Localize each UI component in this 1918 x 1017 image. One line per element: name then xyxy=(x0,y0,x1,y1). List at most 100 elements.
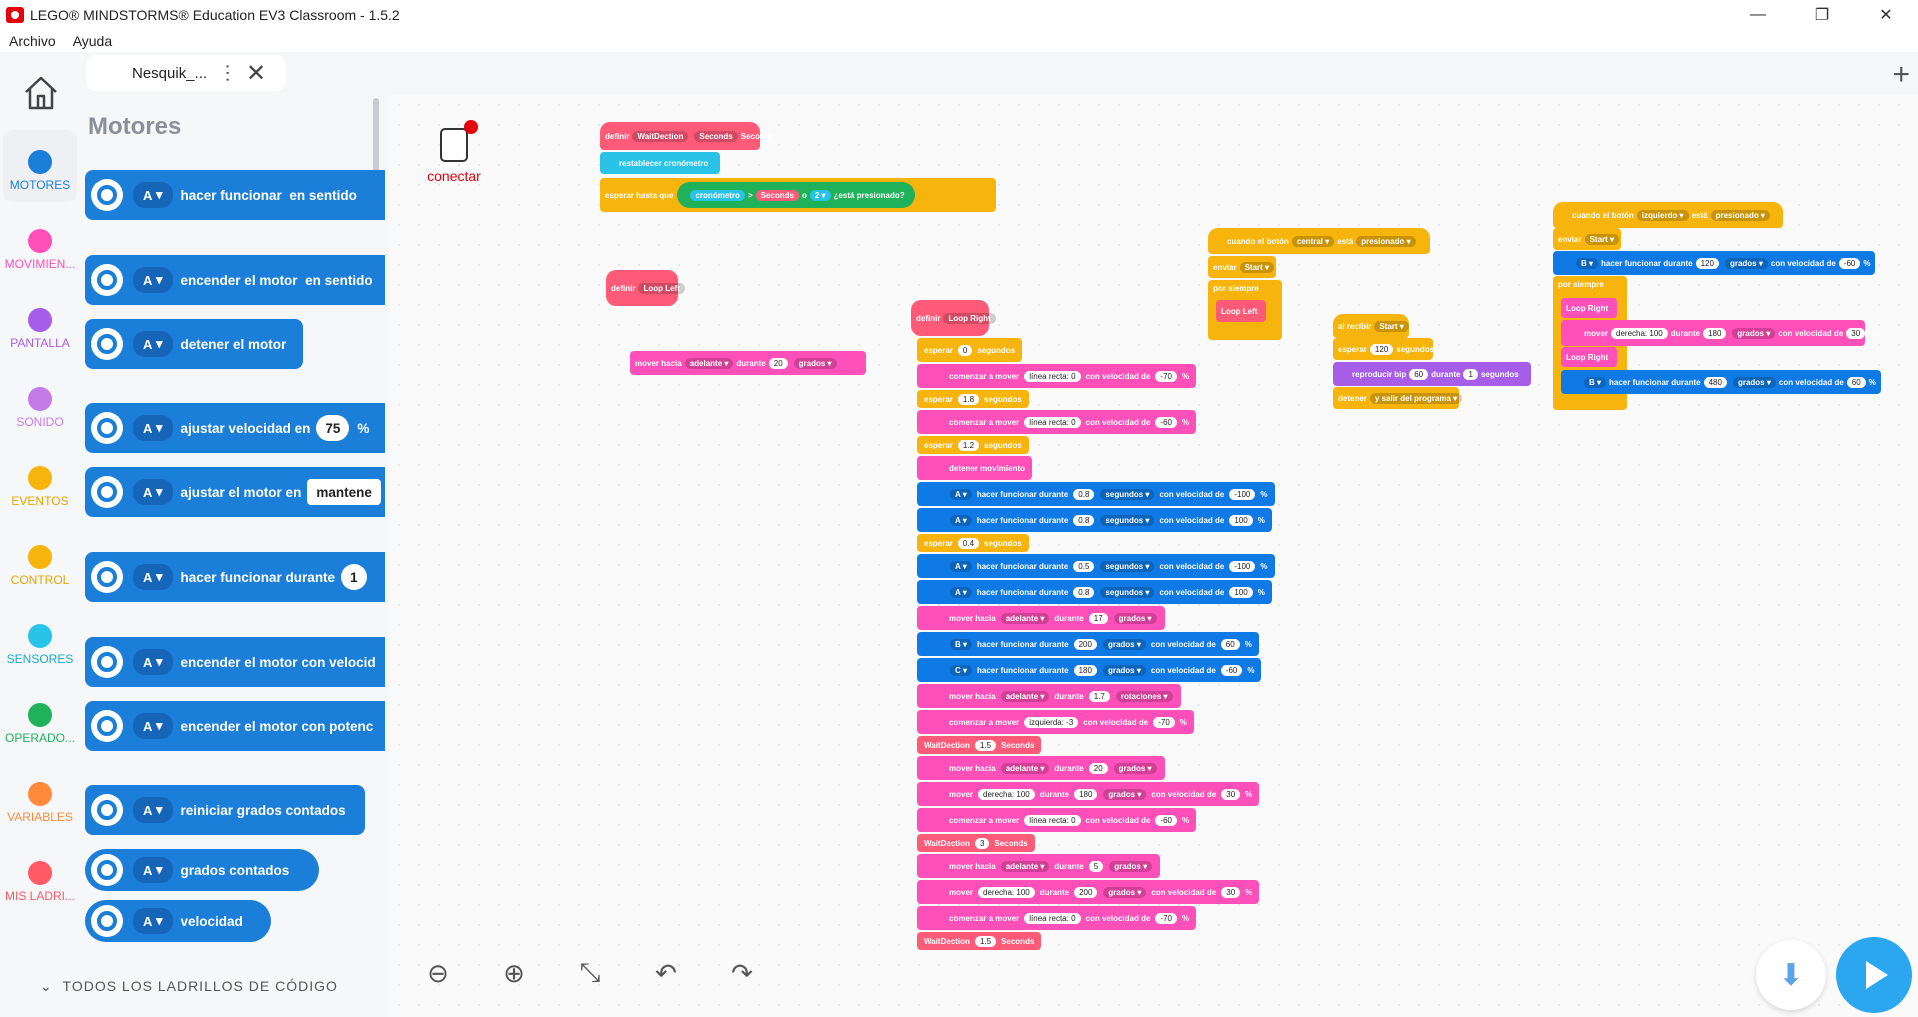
loop-right-call-block[interactable]: Loop Right xyxy=(1561,347,1617,367)
duration-input[interactable]: 1 xyxy=(341,564,367,590)
port-dropdown[interactable]: A ▾ xyxy=(133,797,173,823)
palette-block[interactable]: A ▾ reiniciar grados contados xyxy=(85,785,365,835)
play-beep-block[interactable]: reproducir bip 60 durante 1 segundos xyxy=(1333,362,1531,386)
zoom-in-icon[interactable]: ⊕ xyxy=(496,955,532,991)
port-dropdown[interactable]: A ▾ xyxy=(133,267,173,293)
port-dropdown[interactable]: A ▾ xyxy=(133,908,173,934)
block-value[interactable]: -60 xyxy=(1838,257,1861,269)
loop-right-call-block[interactable]: Loop Right xyxy=(1561,298,1617,318)
script-block[interactable]: detener movimiento xyxy=(917,456,1033,480)
category-motores[interactable]: MOTORES xyxy=(3,130,77,202)
stop-program-block[interactable]: detener y salir del programa ▾ xyxy=(1333,387,1463,409)
palette-block[interactable]: A ▾ ajustar el motor en mantene xyxy=(85,467,385,517)
more-options-icon[interactable]: ··· xyxy=(217,63,239,83)
port-dropdown[interactable]: A ▾ xyxy=(133,182,173,208)
fit-to-screen-icon[interactable]: ⤡ xyxy=(572,955,608,991)
script-block[interactable]: mover derecha: 100 durante 180 grados ▾ con v… xyxy=(917,782,1260,806)
when-central-button-block[interactable]: cuando el botón central ▾ está presionad… xyxy=(1208,228,1430,254)
script-block[interactable]: WaitDection 1.5 Seconds xyxy=(917,736,1042,754)
move-block[interactable]: mover hacia adelante ▾ durante 20 grados… xyxy=(630,351,866,375)
maximize-button[interactable]: ❐ xyxy=(1790,0,1854,30)
connect-button[interactable]: conectar xyxy=(420,120,488,184)
category-sensores[interactable]: SENSORES xyxy=(3,604,77,676)
port-dropdown[interactable]: A ▾ xyxy=(133,564,173,590)
block-value[interactable]: 180 xyxy=(1703,327,1727,339)
run-program-button[interactable] xyxy=(1836,937,1912,1013)
minimize-button[interactable]: — xyxy=(1726,0,1790,30)
category-variables[interactable]: VARIABLES xyxy=(3,762,77,834)
block-value[interactable]: 60 xyxy=(1846,376,1866,388)
port-dropdown[interactable]: A ▾ xyxy=(133,479,173,505)
script-block[interactable]: mover hacia adelante ▾ durante 1.7 rotacione… xyxy=(917,684,1181,708)
script-block[interactable]: comenzar a mover línea recta: 0 con veloci… xyxy=(917,906,1197,930)
when-left-button-block[interactable]: cuando el botón izquierdo ▾ está presion… xyxy=(1553,202,1783,228)
category-movimiento[interactable]: MOVIMIEN... xyxy=(3,209,77,281)
block-value[interactable]: 120 xyxy=(1695,257,1719,269)
zoom-out-icon[interactable]: ⊖ xyxy=(420,955,456,991)
block-value[interactable]: derecha: 100 xyxy=(1611,327,1668,339)
home-icon[interactable] xyxy=(20,72,62,114)
script-block[interactable]: mover hacia adelante ▾ durante 5 grados ▾ xyxy=(917,854,1161,878)
script-block[interactable]: C ▾ hacer funcionar durante 180 grados ▾ con… xyxy=(917,658,1262,682)
category-control[interactable]: CONTROL xyxy=(3,525,77,597)
script-block[interactable]: comenzar a mover línea recta: 0 con veloci… xyxy=(917,808,1197,832)
palette-block[interactable]: A ▾ ajustar velocidad en 75 % xyxy=(85,403,385,453)
script-block[interactable]: A ▾ hacer funcionar durante 0.8 segundos ▾ c… xyxy=(917,580,1272,604)
script-block[interactable]: comenzar a mover izquierda: -3 con velocid… xyxy=(917,710,1194,734)
project-tab[interactable]: Nesquik_... ··· ✕ xyxy=(86,55,286,91)
add-tab-icon[interactable]: + xyxy=(1892,58,1910,92)
port-dropdown[interactable]: A ▾ xyxy=(133,649,173,675)
category-sonido[interactable]: SONIDO xyxy=(3,367,77,439)
category-pantalla[interactable]: PANTALLA xyxy=(3,288,77,360)
motor-run-block[interactable]: B ▾ hacer funcionar durante 120 grados ▾… xyxy=(1553,251,1875,275)
mode-dropdown[interactable]: mantene xyxy=(307,479,381,505)
port-dropdown[interactable]: A ▾ xyxy=(133,857,173,883)
block-value[interactable]: 480 xyxy=(1703,376,1727,388)
script-block[interactable]: mover hacia adelante ▾ durante 17 grados ▾ xyxy=(917,606,1165,630)
palette-block[interactable]: A ▾ hacer funcionar durante 1 xyxy=(85,552,385,602)
download-to-brick-button[interactable]: ⬇ xyxy=(1756,940,1826,1010)
category-mis-ladrillos[interactable]: MIS LADRI... xyxy=(3,841,77,913)
port-dropdown[interactable]: A ▾ xyxy=(133,713,173,739)
palette-block[interactable]: A ▾ encender el motor en sentido xyxy=(85,255,385,305)
port-dropdown[interactable]: A ▾ xyxy=(133,415,173,441)
script-block[interactable]: mover hacia adelante ▾ durante 20 grados ▾ xyxy=(917,756,1165,780)
menu-archivo[interactable]: Archivo xyxy=(9,33,56,49)
palette-block[interactable]: A ▾ detener el motor xyxy=(85,319,303,369)
move-steer-block[interactable]: mover derecha: 100 durante 180 grados ▾ … xyxy=(1561,320,1875,346)
when-receive-block[interactable]: al recibir Start ▾ xyxy=(1333,314,1409,338)
palette-block[interactable]: A ▾ encender el motor con potenc xyxy=(85,701,385,751)
palette-reporter[interactable]: A ▾ velocidad xyxy=(85,900,271,942)
script-block[interactable]: esperar 0 segundos xyxy=(917,338,1023,362)
script-block[interactable]: esperar 1.2 segundos xyxy=(917,436,1029,454)
script-block[interactable]: A ▾ hacer funcionar durante 0.8 segundos ▾ c… xyxy=(917,482,1275,506)
script-block[interactable]: B ▾ hacer funcionar durante 200 grados ▾ con… xyxy=(917,632,1259,656)
speed-input[interactable]: 75 xyxy=(316,415,350,441)
block-value[interactable]: 30 xyxy=(1846,327,1866,339)
script-block[interactable]: esperar 0.4 segundos xyxy=(917,534,1029,552)
loop-left-call-block[interactable]: Loop Left xyxy=(1216,300,1266,322)
define-loop-right-block[interactable]: definir Loop Right xyxy=(911,300,996,336)
script-block[interactable]: esperar 1.8 segundos xyxy=(917,390,1029,408)
palette-reporter[interactable]: A ▾ grados contados xyxy=(85,849,319,891)
block-value[interactable]: 20 xyxy=(768,357,788,369)
script-block[interactable]: comenzar a mover línea recta: 0 con veloci… xyxy=(917,364,1197,388)
block-value[interactable]: 120 xyxy=(1369,343,1394,355)
redo-icon[interactable]: ↷ xyxy=(724,955,760,991)
port-dropdown[interactable]: A ▾ xyxy=(133,331,173,357)
script-block[interactable]: WaitDection 1.5 Seconds xyxy=(917,932,1042,950)
close-tab-icon[interactable]: ✕ xyxy=(246,59,266,88)
define-waitdection-block[interactable]: definir WaitDection Seconds Seconds xyxy=(600,122,774,150)
block-value[interactable]: 60 xyxy=(1409,368,1429,380)
motor-run-block[interactable]: B ▾ hacer funcionar durante 480 grados ▾… xyxy=(1561,370,1881,394)
script-block[interactable]: A ▾ hacer funcionar durante 0.5 segundos ▾ c… xyxy=(917,554,1275,578)
menu-ayuda[interactable]: Ayuda xyxy=(73,33,112,49)
close-window-button[interactable]: ✕ xyxy=(1854,0,1918,30)
script-block[interactable]: A ▾ hacer funcionar durante 0.8 segundos ▾ c… xyxy=(917,508,1272,532)
script-block[interactable]: comenzar a mover línea recta: 0 con veloci… xyxy=(917,410,1197,434)
all-blocks-toggle[interactable]: ⌄ TODOS LOS LADRILLOS DE CÓDIGO xyxy=(40,978,338,995)
category-eventos[interactable]: EVENTOS xyxy=(3,446,77,518)
wait-until-block[interactable]: esperar hasta que cronómetro > Seconds o… xyxy=(600,178,996,212)
block-value[interactable]: 1 xyxy=(1463,368,1478,380)
undo-icon[interactable]: ↶ xyxy=(648,955,684,991)
